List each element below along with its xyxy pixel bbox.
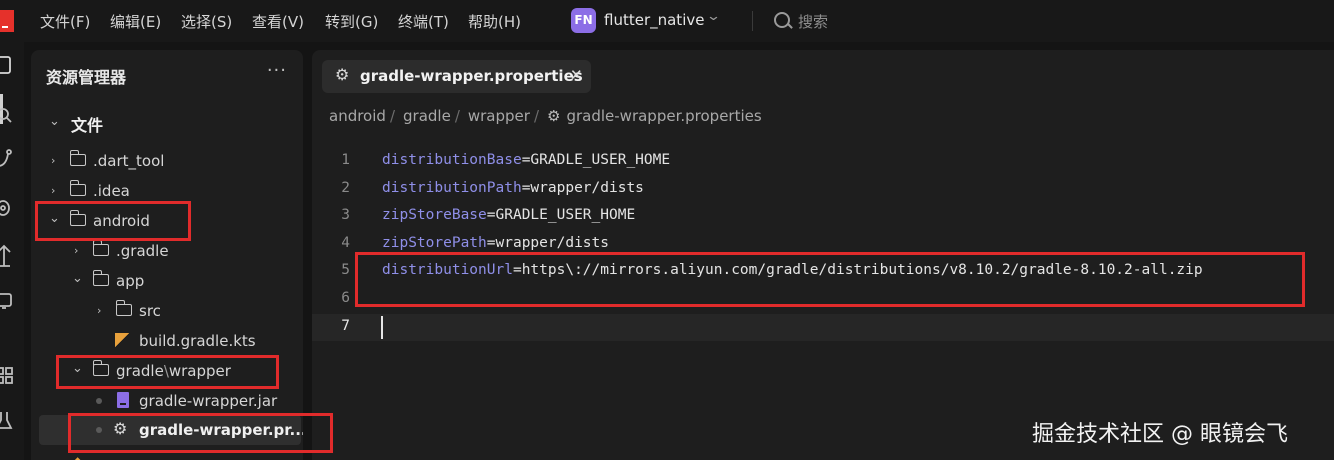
chevron-right-icon: › [51,154,56,167]
chevron-right-icon: › [51,184,56,197]
folder-icon [69,150,86,166]
line-number: 5 [341,262,350,278]
jar-file-icon [117,392,129,408]
folder-open-icon [92,270,109,286]
line-number: 2 [341,180,350,196]
annotation-box-android [35,201,191,241]
gear-icon: ⚙ [547,107,561,125]
tree-item-src[interactable]: › src [31,296,303,326]
section-files-label: 文件 [71,116,104,135]
code-text: zipStorePath=wrapper/dists [382,235,609,251]
menu-bar: 文件(F) 编辑(E) 选择(S) 查看(V) 转到(G) 终端(T) 帮助(H… [0,0,1334,42]
search-label: 搜索 [798,13,829,31]
code-text: zipStoreBase=GRADLE_USER_HOME [382,207,636,223]
menu-view[interactable]: 查看(V) [252,11,304,32]
extensions-icon[interactable] [0,244,11,267]
breadcrumb-item[interactable]: wrapper [468,107,530,125]
tab-label: gradle-wrapper.properties [360,67,583,85]
explorer-icon[interactable] [0,56,11,74]
chevron-down-icon: ⌄ [72,271,83,286]
annotation-box-distribution-url [355,252,1305,307]
tree-item-app[interactable]: ⌄ app [31,266,303,296]
tab-gradle-wrapper-properties[interactable]: ⚙ gradle-wrapper.properties ✕ [322,60,591,93]
folder-icon [92,240,109,256]
explorer-title: 资源管理器 [46,68,127,87]
section-files[interactable]: ⌄ 文件 [31,107,303,137]
text-cursor [381,316,383,339]
menu-selection[interactable]: 选择(S) [181,11,232,32]
line-number: 1 [341,152,350,168]
explorer-panel: 资源管理器 ··· ⌄ 文件 › .dart_tool › .idea ⌄ an… [31,50,303,460]
code-line[interactable]: 2 distributionPath=wrapper/dists [312,176,1334,203]
tree-item-label: app [116,272,145,290]
watermark: 掘金技术社区 @ 眼镜会飞 [1032,422,1288,447]
tree-item-label: build.gradle.kts [139,332,256,350]
line-number: 3 [341,207,350,223]
project-badge: FN [571,8,596,33]
menu-file[interactable]: 文件(F) [40,11,90,32]
search-activity-icon[interactable] [0,108,12,123]
chevron-down-icon: ⌄ [49,114,60,129]
breadcrumb-item[interactable]: android [329,107,386,125]
annotation-box-gradle-wrapper [56,355,279,389]
gear-icon: ⚙ [335,65,350,84]
kotlin-file-icon [115,333,129,347]
search-icon [774,12,790,28]
tree-item-label: .idea [93,182,130,200]
menu-divider [752,11,753,31]
breadcrumb: android / gradle / wrapper / ⚙ gradle-wrapper.p… [329,107,762,125]
file-status-dot [96,398,102,404]
code-line-current[interactable]: 7 [312,314,1334,341]
chevron-right-icon: › [97,304,102,317]
tree-item-wrapper-jar[interactable]: gradle-wrapper.jar [31,386,303,416]
debug-icon[interactable] [0,200,10,216]
project-name: flutter_native [604,11,705,29]
annotation-box-properties-file [68,413,333,453]
git-file-icon: ◆ [73,454,82,460]
code-text: distributionPath=wrapper/dists [382,180,644,196]
code-text: distributionBase=GRADLE_USER_HOME [382,152,671,168]
line-number: 7 [341,318,350,334]
app-logo-icon [0,10,14,32]
chevron-down-icon: ⌄ [705,9,722,24]
tree-item-label: src [139,302,161,320]
folder-icon [115,300,132,316]
more-actions-icon[interactable]: ··· [267,60,287,81]
line-number: 4 [341,235,350,251]
breadcrumb-item[interactable]: gradle [403,107,451,125]
menu-help[interactable]: 帮助(H) [468,11,521,32]
close-icon[interactable]: ✕ [570,66,583,84]
remote-explorer-icon[interactable] [0,293,12,309]
apps-grid-icon[interactable] [0,367,13,384]
code-line[interactable]: 1 distributionBase=GRADLE_USER_HOME [312,148,1334,175]
breadcrumb-item[interactable]: gradle-wrapper.properties [566,107,761,125]
activity-bar [0,42,24,460]
tree-item-dart-tool[interactable]: › .dart_tool [31,146,303,176]
menu-goto[interactable]: 转到(G) [325,11,378,32]
line-number: 6 [341,290,350,306]
flask-icon[interactable] [0,412,13,429]
folder-icon [69,180,86,196]
source-control-icon[interactable] [0,149,12,167]
menu-edit[interactable]: 编辑(E) [110,11,161,32]
tree-item-build-gradle[interactable]: build.gradle.kts [31,326,303,356]
tree-item-label: .dart_tool [93,152,165,170]
menu-terminal[interactable]: 终端(T) [398,11,449,32]
tree-item-label: gradle-wrapper.jar [139,392,278,410]
code-line[interactable]: 3 zipStoreBase=GRADLE_USER_HOME [312,203,1334,230]
tree-item-label: .gradle [116,242,169,260]
chevron-right-icon: › [74,244,79,257]
